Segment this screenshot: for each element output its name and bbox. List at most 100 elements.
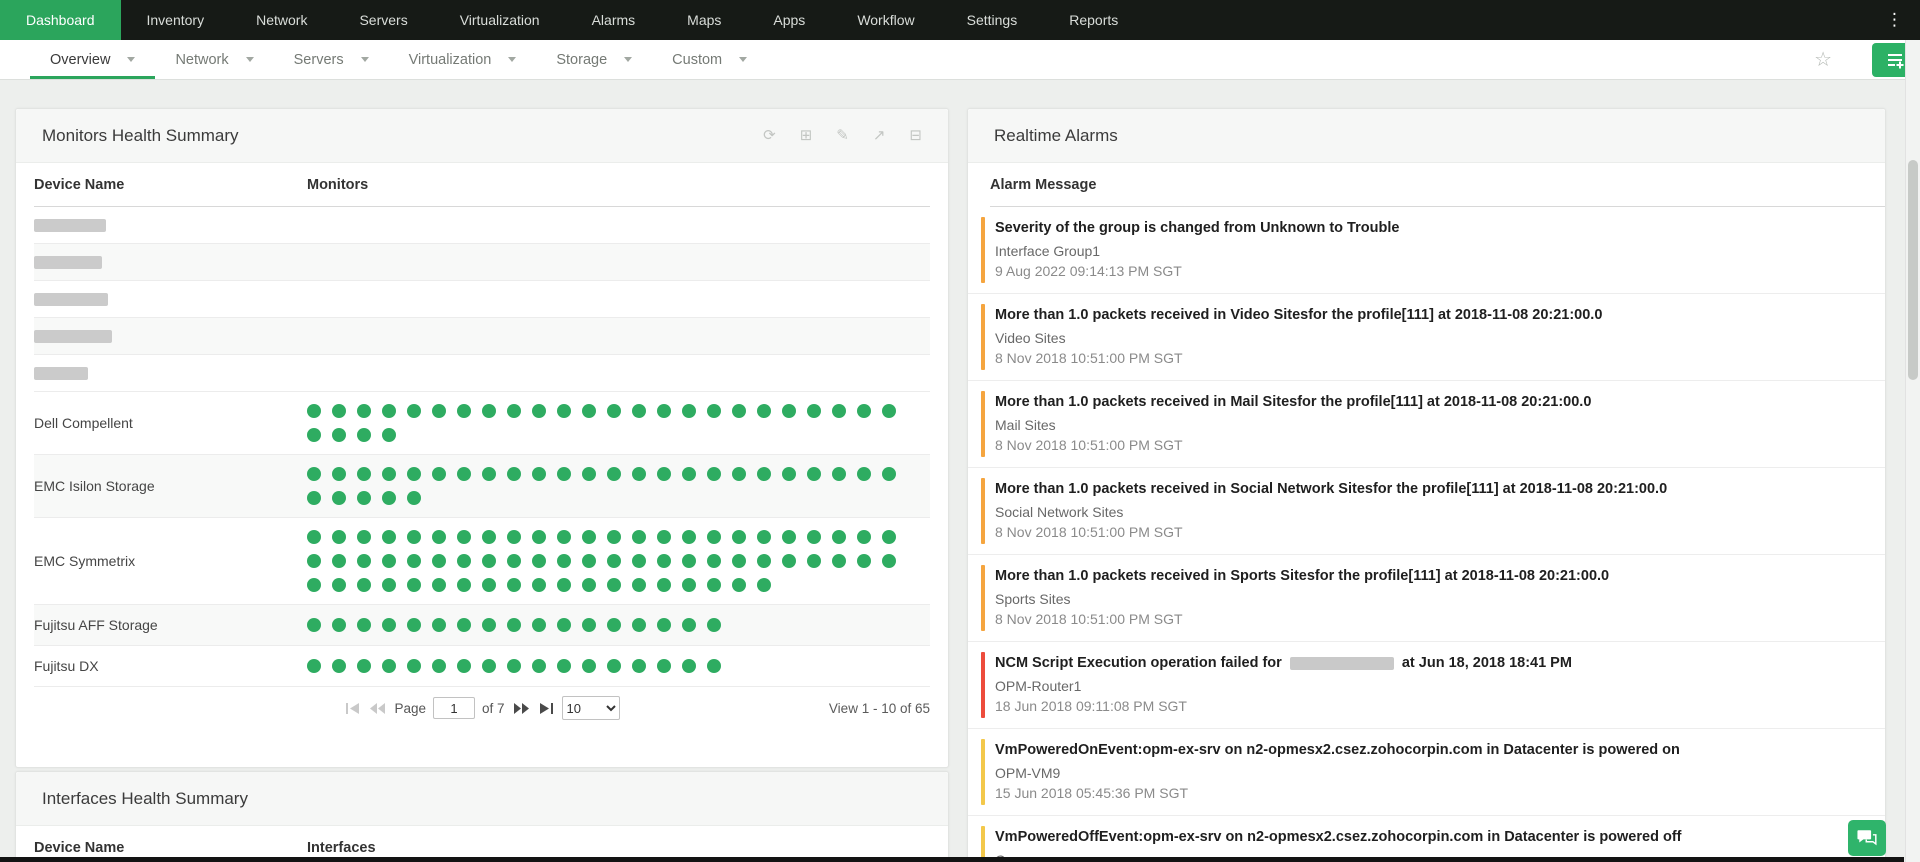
- monitor-status-dot[interactable]: [807, 467, 821, 481]
- monitor-status-dot[interactable]: [732, 530, 746, 544]
- monitor-status-dot[interactable]: [557, 530, 571, 544]
- monitor-status-dot[interactable]: [457, 554, 471, 568]
- monitor-status-dot[interactable]: [607, 618, 621, 632]
- monitor-status-dot[interactable]: [507, 404, 521, 418]
- monitor-status-dot[interactable]: [307, 618, 321, 632]
- alarm-list-item[interactable]: More than 1.0 packets received in Video …: [968, 294, 1885, 381]
- monitor-status-dot[interactable]: [332, 467, 346, 481]
- last-page-button[interactable]: [538, 701, 555, 716]
- monitor-status-dot[interactable]: [307, 467, 321, 481]
- monitor-status-dot[interactable]: [632, 554, 646, 568]
- monitor-status-dot[interactable]: [507, 618, 521, 632]
- monitor-status-dot[interactable]: [782, 404, 796, 418]
- monitor-status-dot[interactable]: [707, 618, 721, 632]
- monitor-status-dot[interactable]: [407, 659, 421, 673]
- monitor-status-dot[interactable]: [307, 659, 321, 673]
- monitor-status-dot[interactable]: [707, 659, 721, 673]
- monitor-status-dot[interactable]: [707, 530, 721, 544]
- monitor-status-dot[interactable]: [782, 467, 796, 481]
- topnav-item-servers[interactable]: Servers: [333, 0, 433, 40]
- monitor-status-dot[interactable]: [432, 404, 446, 418]
- monitor-status-dot[interactable]: [632, 530, 646, 544]
- alarm-message[interactable]: Severity of the group is changed from Un…: [995, 219, 1865, 238]
- monitor-status-dot[interactable]: [432, 578, 446, 592]
- monitor-status-dot[interactable]: [557, 659, 571, 673]
- monitor-status-dot[interactable]: [457, 618, 471, 632]
- monitor-status-dot[interactable]: [682, 554, 696, 568]
- monitor-status-dot[interactable]: [582, 618, 596, 632]
- monitor-status-dot[interactable]: [632, 578, 646, 592]
- monitor-status-dot[interactable]: [532, 578, 546, 592]
- device-name-link[interactable]: EMC Isilon Storage: [34, 478, 307, 494]
- topnav-item-settings[interactable]: Settings: [941, 0, 1044, 40]
- topnav-item-dashboard[interactable]: Dashboard: [0, 0, 121, 40]
- monitor-status-dot[interactable]: [332, 428, 346, 442]
- scrollbar-thumb[interactable]: [1908, 160, 1918, 380]
- monitor-status-dot[interactable]: [632, 659, 646, 673]
- monitor-status-dot[interactable]: [307, 428, 321, 442]
- monitor-status-dot[interactable]: [732, 554, 746, 568]
- subnav-item-custom[interactable]: Custom: [652, 40, 767, 79]
- refresh-icon[interactable]: ⟳: [763, 128, 776, 143]
- monitor-status-dot[interactable]: [432, 618, 446, 632]
- delete-icon[interactable]: ⊟: [909, 128, 922, 143]
- monitor-status-dot[interactable]: [582, 404, 596, 418]
- monitor-status-dot[interactable]: [332, 554, 346, 568]
- alarm-message[interactable]: More than 1.0 packets received in Social…: [995, 480, 1865, 499]
- monitor-status-dot[interactable]: [832, 554, 846, 568]
- monitor-status-dot[interactable]: [357, 618, 371, 632]
- alarm-message[interactable]: More than 1.0 packets received in Mail S…: [995, 393, 1865, 412]
- monitor-status-dot[interactable]: [882, 554, 896, 568]
- monitor-status-dot[interactable]: [407, 530, 421, 544]
- subnav-item-storage[interactable]: Storage: [536, 40, 652, 79]
- monitor-status-dot[interactable]: [682, 530, 696, 544]
- monitor-status-dot[interactable]: [532, 404, 546, 418]
- edit-icon[interactable]: ✎: [836, 128, 849, 143]
- monitor-status-dot[interactable]: [407, 404, 421, 418]
- monitor-status-dot[interactable]: [482, 404, 496, 418]
- monitor-status-dot[interactable]: [757, 554, 771, 568]
- subnav-item-overview[interactable]: Overview: [30, 40, 156, 79]
- monitor-status-dot[interactable]: [682, 659, 696, 673]
- monitor-status-dot[interactable]: [532, 659, 546, 673]
- monitor-status-dot[interactable]: [357, 404, 371, 418]
- page-scrollbar[interactable]: [1905, 40, 1920, 862]
- monitor-status-dot[interactable]: [657, 618, 671, 632]
- monitor-status-dot[interactable]: [382, 404, 396, 418]
- monitor-status-dot[interactable]: [632, 404, 646, 418]
- alarm-message[interactable]: VmPoweredOnEvent:opm-ex-srv on n2-opmesx…: [995, 741, 1865, 760]
- topnav-item-reports[interactable]: Reports: [1043, 0, 1144, 40]
- monitor-status-dot[interactable]: [382, 659, 396, 673]
- monitor-status-dot[interactable]: [382, 467, 396, 481]
- monitor-status-dot[interactable]: [407, 491, 421, 505]
- next-page-button[interactable]: [512, 701, 531, 716]
- page-size-select[interactable]: 10: [561, 696, 620, 720]
- monitor-status-dot[interactable]: [382, 428, 396, 442]
- topnav-item-workflow[interactable]: Workflow: [831, 0, 940, 40]
- page-number-input[interactable]: [433, 697, 475, 719]
- monitor-status-dot[interactable]: [482, 618, 496, 632]
- monitor-status-dot[interactable]: [657, 467, 671, 481]
- monitor-status-dot[interactable]: [332, 618, 346, 632]
- monitor-status-dot[interactable]: [307, 530, 321, 544]
- monitor-status-dot[interactable]: [857, 530, 871, 544]
- monitor-status-dot[interactable]: [657, 554, 671, 568]
- monitor-status-dot[interactable]: [582, 554, 596, 568]
- monitor-status-dot[interactable]: [332, 404, 346, 418]
- monitor-status-dot[interactable]: [382, 554, 396, 568]
- monitor-status-dot[interactable]: [532, 530, 546, 544]
- monitor-status-dot[interactable]: [682, 618, 696, 632]
- subnav-item-virtualization[interactable]: Virtualization: [389, 40, 537, 79]
- monitor-status-dot[interactable]: [482, 467, 496, 481]
- device-name-link[interactable]: Fujitsu AFF Storage: [34, 617, 307, 633]
- monitor-status-dot[interactable]: [457, 530, 471, 544]
- alarm-message[interactable]: More than 1.0 packets received in Video …: [995, 306, 1865, 325]
- alarm-message[interactable]: NCM Script Execution operation failed fo…: [995, 654, 1865, 673]
- monitor-status-dot[interactable]: [582, 530, 596, 544]
- monitor-status-dot[interactable]: [682, 578, 696, 592]
- monitor-status-dot[interactable]: [482, 554, 496, 568]
- monitor-status-dot[interactable]: [407, 578, 421, 592]
- alarm-list-item[interactable]: VmPoweredOnEvent:opm-ex-srv on n2-opmesx…: [968, 729, 1885, 816]
- monitor-status-dot[interactable]: [832, 467, 846, 481]
- monitor-status-dot[interactable]: [707, 554, 721, 568]
